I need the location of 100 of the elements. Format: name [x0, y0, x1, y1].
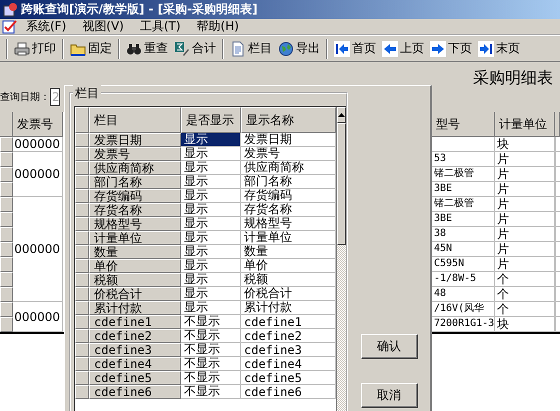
display-option-cell[interactable]: 显示 — [181, 217, 241, 231]
display-option-cell[interactable]: 显示 — [181, 147, 241, 161]
field-cell: 数量 — [89, 245, 181, 259]
menu-item[interactable]: 帮助(H) — [188, 18, 247, 35]
display-name-cell[interactable]: cdefine6 — [241, 385, 336, 399]
display-name-cell[interactable]: 存货名称 — [241, 203, 336, 217]
toolbar-button[interactable]: 末页 — [475, 38, 523, 60]
field-cell: 累计付款 — [89, 301, 181, 315]
display-name-cell[interactable]: cdefine2 — [241, 329, 336, 343]
display-name-cell[interactable]: 数量 — [241, 245, 336, 259]
sum-icon — [174, 40, 190, 56]
display-option-cell[interactable]: 显示 — [181, 301, 241, 315]
toolbar-button[interactable]: 合计 — [171, 38, 219, 60]
field-cell: 计量单位 — [89, 231, 181, 245]
display-name-cell[interactable]: 税额 — [241, 273, 336, 287]
row-header — [75, 231, 89, 245]
display-option-cell[interactable]: 显示 — [181, 287, 241, 301]
display-option-cell[interactable]: 显示 — [181, 273, 241, 287]
display-option-cell[interactable]: 显示 — [181, 133, 241, 147]
display-option-cell[interactable]: 显示 — [181, 231, 241, 245]
toolbar-button[interactable]: 导出 — [275, 38, 323, 60]
toolbar-button[interactable]: 栏目 — [227, 38, 275, 60]
display-name-cell[interactable]: 单价 — [241, 259, 336, 273]
display-name-cell[interactable]: cdefine1 — [241, 315, 336, 329]
display-name-cell[interactable]: 发票号 — [241, 147, 336, 161]
globe-icon — [278, 40, 294, 56]
display-name-cell[interactable]: 计量单位 — [241, 231, 336, 245]
toolbar-button[interactable]: 重查 — [123, 38, 171, 60]
printer-icon — [14, 40, 30, 56]
scrollbar[interactable] — [336, 107, 346, 411]
display-name-cell[interactable]: 存货编码 — [241, 189, 336, 203]
field-cell: cdefine3 — [89, 343, 181, 357]
display-option-cell[interactable]: 显示 — [181, 245, 241, 259]
display-name-cell[interactable]: 发票日期 — [241, 133, 336, 147]
last-page-icon — [478, 40, 494, 56]
first-page-icon — [334, 40, 350, 56]
display-name-cell[interactable]: cdefine3 — [241, 343, 336, 357]
row-header — [75, 301, 89, 315]
row-header — [75, 217, 89, 231]
toolbar-button[interactable]: 上页 — [379, 38, 427, 60]
field-cell: cdefine4 — [89, 357, 181, 371]
column-header: 型号 — [432, 112, 495, 137]
toolbar-button[interactable]: 固定 — [67, 38, 115, 60]
dialog-button[interactable]: 取消 — [360, 383, 418, 408]
toolbar-button[interactable]: 下页 — [427, 38, 475, 60]
row-header — [75, 245, 89, 259]
toolbar-button[interactable]: 首页 — [331, 38, 379, 60]
display-name-cell[interactable]: 供应商简称 — [241, 161, 336, 175]
display-option-cell[interactable]: 不显示 — [181, 385, 241, 399]
field-cell: 单价 — [89, 259, 181, 273]
field-cell: 存货名称 — [89, 203, 181, 217]
row-header — [75, 371, 89, 385]
display-name-cell[interactable]: cdefine4 — [241, 357, 336, 371]
display-name-cell[interactable]: 部门名称 — [241, 175, 336, 189]
row-header — [75, 357, 89, 371]
corner-header — [75, 107, 89, 133]
column-header: 是否显示 — [181, 107, 241, 133]
column-header: 发票号 — [13, 112, 63, 137]
row-header — [75, 147, 89, 161]
row-header — [75, 133, 89, 147]
row-header — [75, 329, 89, 343]
row-header — [75, 189, 89, 203]
display-option-cell[interactable]: 显示 — [181, 203, 241, 217]
display-option-cell[interactable]: 显示 — [181, 259, 241, 273]
display-option-cell[interactable]: 不显示 — [181, 371, 241, 385]
display-option-cell[interactable]: 不显示 — [181, 329, 241, 343]
display-option-cell[interactable]: 不显示 — [181, 357, 241, 371]
dialog-button[interactable]: 确认 — [360, 334, 418, 359]
field-cell: cdefine6 — [89, 385, 181, 399]
field-cell: cdefine2 — [89, 329, 181, 343]
field-cell: cdefine1 — [89, 315, 181, 329]
menu-item[interactable]: 工具(T) — [132, 18, 189, 35]
previous-page-icon — [382, 40, 398, 56]
row-header — [75, 287, 89, 301]
display-option-cell[interactable]: 不显示 — [181, 315, 241, 329]
menu-item[interactable]: 系统(F) — [18, 18, 74, 35]
display-name-cell[interactable]: 规格型号 — [241, 217, 336, 231]
menu-item[interactable]: 视图(V) — [74, 18, 132, 35]
column-header: 计量单位 — [495, 112, 555, 137]
field-cell: 部门名称 — [89, 175, 181, 189]
window-title: 跨账查询[演示/教学版] - [采购-采购明细表] — [21, 1, 258, 18]
row-header — [75, 161, 89, 175]
field-cell: 规格型号 — [89, 217, 181, 231]
display-option-cell[interactable]: 显示 — [181, 175, 241, 189]
display-option-cell[interactable]: 显示 — [181, 161, 241, 175]
display-name-cell[interactable]: 价税合计 — [241, 287, 336, 301]
field-cell: 价税合计 — [89, 287, 181, 301]
display-option-cell[interactable]: 不显示 — [181, 343, 241, 357]
field-cell: cdefine5 — [89, 371, 181, 385]
row-header — [75, 273, 89, 287]
display-name-cell[interactable]: 累计付款 — [241, 301, 336, 315]
app-icon — [2, 2, 18, 18]
toolbar-button[interactable]: 打印 — [11, 38, 59, 60]
document-icon — [230, 40, 246, 56]
display-option-cell[interactable]: 显示 — [181, 189, 241, 203]
query-date-label: 查询日期： — [0, 90, 50, 104]
field-cell: 发票日期 — [89, 133, 181, 147]
display-name-cell[interactable]: cdefine5 — [241, 371, 336, 385]
row-header — [75, 203, 89, 217]
field-cell: 发票号 — [89, 147, 181, 161]
